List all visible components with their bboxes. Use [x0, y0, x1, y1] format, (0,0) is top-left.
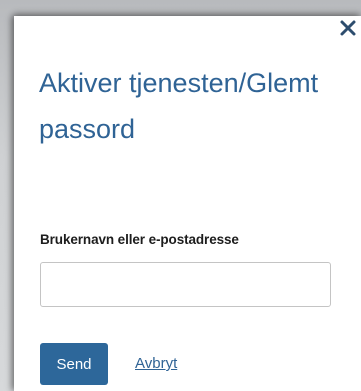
close-button[interactable] [339, 18, 357, 38]
close-icon [340, 20, 356, 36]
cancel-link[interactable]: Avbryt [135, 355, 177, 372]
username-input[interactable] [40, 262, 331, 307]
activate-service-dialog: Aktiver tjenesten/Glemt passord Brukerna… [14, 16, 361, 391]
send-button[interactable]: Send [40, 343, 108, 385]
dialog-title: Aktiver tjenesten/Glemt passord [39, 68, 319, 144]
username-label: Brukernavn eller e-postadresse [40, 232, 239, 247]
